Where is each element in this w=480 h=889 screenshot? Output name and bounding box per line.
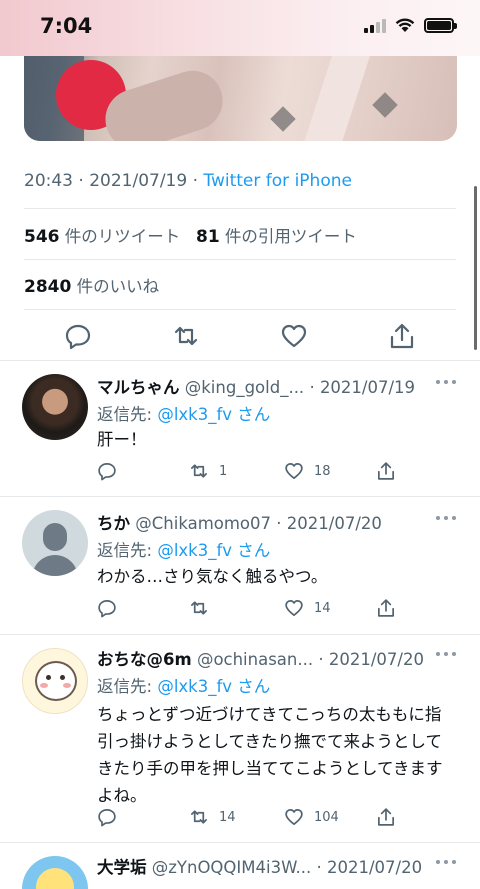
- tweet-share-stats: 546 件のリツイート 81 件の引用ツイート: [24, 223, 357, 247]
- reply-item[interactable]: おちな@6m @ochinasan... · 2021/07/20 返信先: @…: [0, 634, 480, 842]
- reply-action-bar: 1 18: [97, 461, 397, 483]
- reply-text: わかる…さり気なく触るやつ。: [97, 567, 328, 586]
- quotes-stat[interactable]: 81 件の引用ツイート: [196, 227, 357, 247]
- tweet-detail-screen: 7:04 20:43 · 2021/07/19 · Twitter for iP…: [0, 0, 480, 889]
- avatar[interactable]: [22, 510, 88, 576]
- more-icon[interactable]: [436, 860, 456, 866]
- reply-button[interactable]: [97, 807, 117, 827]
- reply-author-handle[interactable]: @king_gold_...: [185, 378, 304, 397]
- like-count: 104: [314, 809, 339, 825]
- reply-author-handle[interactable]: @Chikamomo07: [135, 514, 271, 533]
- reply-action-bar: 14 104: [97, 807, 397, 829]
- tweet-action-bar: [0, 318, 480, 354]
- retweet-icon: [191, 601, 207, 615]
- divider: [24, 309, 456, 310]
- retweet-icon: [174, 326, 198, 346]
- avatar[interactable]: [22, 374, 88, 440]
- like-icon: [281, 324, 307, 348]
- reply-icon: [98, 600, 116, 618]
- like-icon: [285, 463, 303, 479]
- reply-icon: [98, 809, 116, 827]
- reply-author-name[interactable]: おちな@6m: [97, 650, 192, 669]
- reply-date[interactable]: 2021/07/20: [327, 858, 422, 877]
- share-icon: [378, 808, 394, 826]
- share-button[interactable]: [388, 322, 416, 350]
- retweet-icon: [191, 464, 207, 478]
- reply-date[interactable]: 2021/07/20: [287, 514, 382, 533]
- reply-to-line: 返信先: @lxk3_fv さん: [97, 677, 271, 696]
- reply-icon: [65, 324, 91, 350]
- reply-text: ちょっとずつ近づけてきてこっちの太ももに指引っ掛けようとしてきたり撫でて来ようと…: [97, 705, 443, 805]
- divider: [24, 208, 456, 209]
- reply-action-bar: 14: [97, 598, 397, 620]
- retweet-count: 1: [219, 463, 228, 479]
- avatar[interactable]: [22, 856, 88, 889]
- reply-button[interactable]: [64, 322, 92, 350]
- reply-to-line: 返信先: @lxk3_fv さん: [97, 405, 271, 424]
- more-icon[interactable]: [436, 652, 456, 658]
- scrollbar[interactable]: [474, 186, 477, 350]
- reply-author-handle[interactable]: @zYnOQQIM4i3W...: [152, 858, 312, 877]
- retweet-button[interactable]: [172, 322, 200, 350]
- retweet-button[interactable]: 14: [189, 807, 236, 827]
- like-button[interactable]: 14: [284, 598, 331, 618]
- like-icon: [285, 600, 303, 616]
- reply-to-mention[interactable]: @lxk3_fv: [157, 677, 232, 696]
- likes-stat[interactable]: 2840 件のいいね: [24, 273, 159, 297]
- reply-date[interactable]: 2021/07/19: [320, 378, 415, 397]
- tweet-timestamp: 20:43 · 2021/07/19 · Twitter for iPhone: [24, 171, 352, 191]
- like-button[interactable]: 104: [284, 807, 339, 827]
- share-button[interactable]: [376, 461, 396, 481]
- reply-date[interactable]: 2021/07/20: [329, 650, 424, 669]
- retweet-button[interactable]: 1: [189, 461, 227, 481]
- retweet-button[interactable]: [189, 598, 219, 618]
- battery-icon: [424, 18, 457, 33]
- reply-author-name[interactable]: マルちゃん: [97, 378, 180, 397]
- divider: [24, 259, 456, 260]
- share-button[interactable]: [376, 598, 396, 618]
- retweet-count: 14: [219, 809, 236, 825]
- tweet-client-link[interactable]: Twitter for iPhone: [203, 171, 352, 191]
- reply-author-name[interactable]: ちか: [97, 514, 130, 533]
- status-bar: 7:04: [0, 0, 480, 56]
- wifi-icon: [395, 18, 415, 32]
- retweet-icon: [191, 810, 207, 824]
- reply-text: 肝ー！: [97, 430, 147, 449]
- cellular-signal-icon: [364, 18, 386, 33]
- reply-button[interactable]: [97, 598, 117, 618]
- reply-to-mention[interactable]: @lxk3_fv: [157, 405, 232, 424]
- like-icon: [285, 809, 303, 825]
- share-icon: [378, 599, 394, 617]
- like-button[interactable]: 18: [284, 461, 331, 481]
- reply-item[interactable]: ちか @Chikamomo07 · 2021/07/20 返信先: @lxk3_…: [0, 496, 480, 634]
- status-time: 7:04: [40, 14, 93, 38]
- reply-item[interactable]: 大学垢 @zYnOQQIM4i3W... · 2021/07/20: [0, 842, 480, 889]
- like-count: 14: [314, 600, 331, 616]
- reply-button[interactable]: [97, 461, 117, 481]
- reply-to-line: 返信先: @lxk3_fv さん: [97, 541, 271, 560]
- avatar[interactable]: [22, 648, 88, 714]
- more-icon[interactable]: [436, 380, 456, 386]
- like-count: 18: [314, 463, 331, 479]
- reply-author-handle[interactable]: @ochinasan...: [197, 650, 313, 669]
- reply-icon: [98, 463, 116, 481]
- share-button[interactable]: [376, 807, 396, 827]
- reply-author-name[interactable]: 大学垢: [97, 858, 147, 877]
- reply-to-mention[interactable]: @lxk3_fv: [157, 541, 232, 560]
- retweets-stat[interactable]: 546 件のリツイート: [24, 227, 180, 247]
- reply-item[interactable]: マルちゃん @king_gold_... · 2021/07/19 返信先: @…: [0, 360, 480, 496]
- like-button[interactable]: [280, 322, 308, 350]
- share-icon: [378, 462, 394, 480]
- share-icon: [390, 323, 414, 349]
- more-icon[interactable]: [436, 516, 456, 522]
